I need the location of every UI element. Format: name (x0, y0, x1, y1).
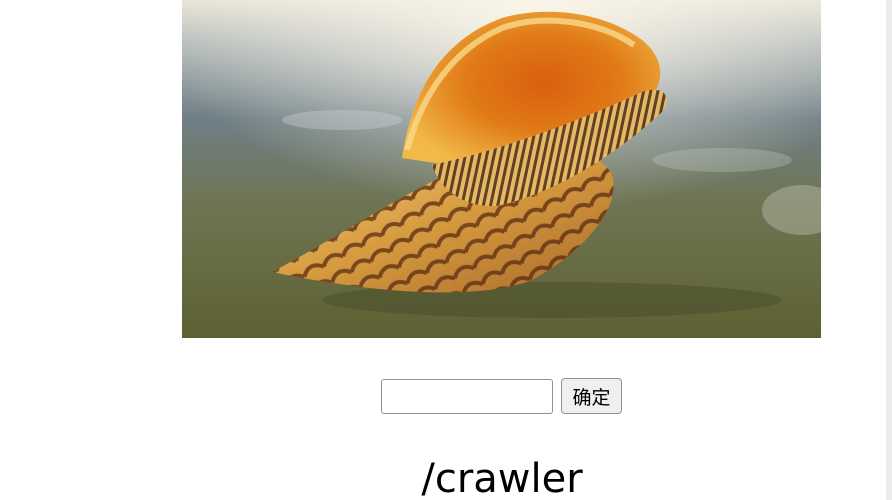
hero-image (182, 0, 821, 338)
path-heading: /crawler (421, 456, 583, 500)
search-form: 确定 (381, 378, 622, 414)
conch-shell-image (182, 0, 821, 338)
scrollbar[interactable] (886, 0, 892, 500)
page: 确定 /crawler (0, 0, 892, 500)
confirm-button[interactable]: 确定 (561, 378, 622, 414)
text-input[interactable] (381, 378, 553, 414)
